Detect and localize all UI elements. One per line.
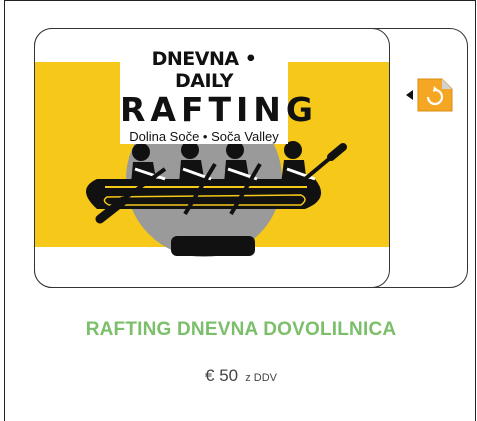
product-card[interactable]: DNEVNA • DAILY RAFTING Dolina Soče • Soč… <box>4 0 476 421</box>
product-image[interactable]: DNEVNA • DAILY RAFTING Dolina Soče • Soč… <box>34 28 468 288</box>
flip-card-icon[interactable] <box>406 75 456 115</box>
price-tax-note: z DDV <box>245 372 277 384</box>
image-title-line1: DNEVNA • DAILY <box>151 48 257 92</box>
price-amount: € 50 <box>205 366 239 385</box>
card-front: DNEVNA • DAILY RAFTING Dolina Soče • Soč… <box>34 28 390 288</box>
product-price: € 50 z DDV <box>5 366 477 386</box>
image-title-line3: Dolina Soče • Soča Valley <box>129 129 279 144</box>
image-title-line2: RAFTING <box>120 90 318 129</box>
image-title: DNEVNA • DAILY RAFTING Dolina Soče • Soč… <box>120 44 318 144</box>
product-name[interactable]: RAFTING DNEVNA DOVOLILNICA <box>5 319 477 341</box>
